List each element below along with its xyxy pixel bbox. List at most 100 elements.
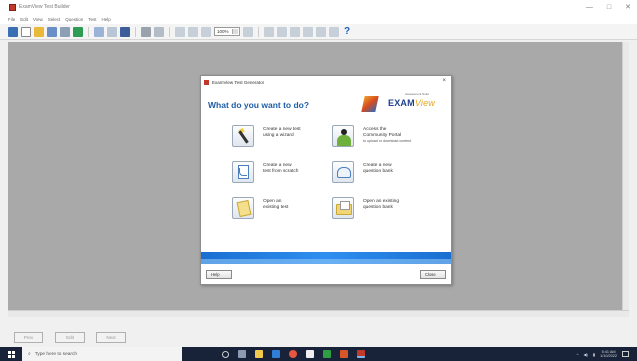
close-window-button[interactable]: ✕: [625, 3, 631, 11]
option-new-test-wizard[interactable]: Create a new test using a wizard: [232, 125, 323, 147]
test-generator-dialog: ExamView Test Generator × What do you wa…: [200, 75, 452, 285]
clock[interactable]: 5:41 AM 1/10/2022: [600, 350, 617, 359]
close-button[interactable]: Close: [420, 270, 446, 279]
menu-test[interactable]: Test: [88, 17, 96, 22]
number-icon[interactable]: [316, 26, 326, 37]
chevron-up-icon[interactable]: ^: [577, 352, 579, 357]
bullets-icon[interactable]: [277, 26, 287, 37]
option-line2: question bank: [363, 169, 393, 174]
logo-view: View: [414, 98, 435, 108]
toolbar-divider: [169, 26, 170, 37]
help-button[interactable]: Help: [206, 270, 232, 279]
green-arrow-icon[interactable]: [73, 26, 83, 37]
excel-icon[interactable]: [323, 350, 331, 358]
option-line1: Open an: [263, 199, 282, 204]
cortana-icon[interactable]: [222, 350, 229, 358]
new-file-icon[interactable]: [21, 26, 31, 37]
window-controls: — □ ✕: [586, 0, 631, 14]
toolbar-divider: [88, 26, 89, 37]
dialog-title-bar: ExamView Test Generator: [201, 76, 451, 88]
store-icon[interactable]: [306, 350, 314, 358]
open-folder-icon[interactable]: [332, 197, 354, 219]
dialog-close-icon[interactable]: ×: [442, 78, 446, 84]
question-icon[interactable]: [154, 26, 164, 37]
vertical-scrollbar[interactable]: [622, 42, 629, 310]
horizontal-scrollbar[interactable]: [8, 310, 629, 317]
wand-icon[interactable]: [120, 26, 130, 37]
paste-icon[interactable]: [201, 26, 211, 37]
option-line2: using a wizard: [263, 133, 294, 138]
menu-question[interactable]: Question: [65, 17, 83, 22]
taskbar: ⌕ Type here to search ^ ◀) ▮ 5:41 AM 1/1…: [0, 347, 637, 361]
print-icon[interactable]: [60, 26, 70, 37]
clock-date: 1/10/2022: [600, 354, 617, 358]
option-community-portal[interactable]: Access the Community Portal to upload or…: [332, 125, 423, 147]
dialog-heading: What do you want to do?: [208, 100, 310, 110]
decorative-band: [201, 252, 451, 264]
open-folder-icon[interactable]: [34, 26, 44, 37]
start-button[interactable]: [0, 347, 22, 361]
minimize-button[interactable]: —: [586, 4, 593, 11]
menu-select[interactable]: Select: [48, 17, 61, 22]
title-bar: ExamView Test Builder — □ ✕: [0, 0, 637, 14]
find-icon[interactable]: [94, 26, 104, 37]
system-tray: ^ ◀) ▮ 5:41 AM 1/10/2022: [577, 347, 629, 361]
align-icon[interactable]: [264, 26, 274, 37]
wizard-icon[interactable]: [232, 125, 254, 147]
help-icon[interactable]: ?: [342, 26, 352, 37]
format-icon[interactable]: [290, 26, 300, 37]
option-new-test-scratch[interactable]: Create a new test from scratch: [232, 161, 323, 183]
logo-tagline: Assessment Suite: [404, 92, 429, 96]
sort-icon[interactable]: [303, 26, 313, 37]
option-label: Create a new question bank: [363, 163, 423, 175]
option-line1: Create a new: [363, 163, 392, 168]
task-view-icon[interactable]: [238, 350, 246, 358]
option-open-question-bank[interactable]: Open an existing question bank: [332, 197, 423, 219]
edge-icon[interactable]: [272, 350, 280, 358]
powerpoint-icon[interactable]: [340, 350, 348, 358]
menu-bar: File Edit View Select Question Test Help: [0, 14, 637, 24]
menu-file[interactable]: File: [8, 17, 15, 22]
next-button[interactable]: Next: [96, 332, 126, 343]
option-label: Access the Community Portal to upload or…: [363, 127, 423, 144]
chrome-icon[interactable]: [289, 350, 297, 358]
pointer-icon[interactable]: [8, 26, 18, 37]
option-line2: question bank: [363, 205, 393, 210]
toolbar-divider: [258, 26, 259, 37]
window-title: ExamView Test Builder: [19, 4, 70, 10]
examview-taskbar-icon[interactable]: [357, 350, 365, 358]
option-new-question-bank[interactable]: Create a new question bank: [332, 161, 423, 183]
zoom-select[interactable]: 100%: [214, 27, 240, 36]
new-test-icon[interactable]: [232, 161, 254, 183]
menu-edit[interactable]: Edit: [20, 17, 28, 22]
notification-icon[interactable]: [622, 351, 629, 357]
cut-icon[interactable]: [175, 26, 185, 37]
community-portal-icon[interactable]: [332, 125, 354, 147]
maximize-button[interactable]: □: [607, 4, 611, 11]
check-icon[interactable]: [107, 26, 117, 37]
examview-logo: Assessment Suite EXAMView: [359, 90, 445, 118]
toolbar-divider: [135, 26, 136, 37]
dialog-app-icon: [204, 79, 209, 85]
list-icon[interactable]: [141, 26, 151, 37]
taskbar-search[interactable]: ⌕ Type here to search: [22, 347, 182, 361]
edit-button[interactable]: Edit: [55, 332, 85, 343]
zoom-in-icon[interactable]: [243, 26, 253, 37]
copy-icon[interactable]: [188, 26, 198, 37]
option-open-test[interactable]: Open an existing test: [232, 197, 323, 219]
grid-icon[interactable]: [329, 26, 339, 37]
open-test-icon[interactable]: [232, 197, 254, 219]
prev-button[interactable]: Prev: [14, 332, 43, 343]
network-icon[interactable]: ▮: [593, 352, 595, 357]
option-line1: Access the: [363, 127, 387, 132]
save-icon[interactable]: [47, 26, 57, 37]
logo-wordmark: EXAMView: [388, 98, 435, 108]
file-explorer-icon[interactable]: [255, 350, 263, 358]
option-line1: Create a new test: [263, 127, 301, 132]
option-label: Open an existing question bank: [363, 199, 423, 211]
menu-help[interactable]: Help: [102, 17, 111, 22]
menu-view[interactable]: View: [33, 17, 43, 22]
question-bank-icon[interactable]: [332, 161, 354, 183]
volume-icon[interactable]: ◀): [583, 352, 587, 357]
option-subtext: to upload or download content: [363, 139, 412, 143]
